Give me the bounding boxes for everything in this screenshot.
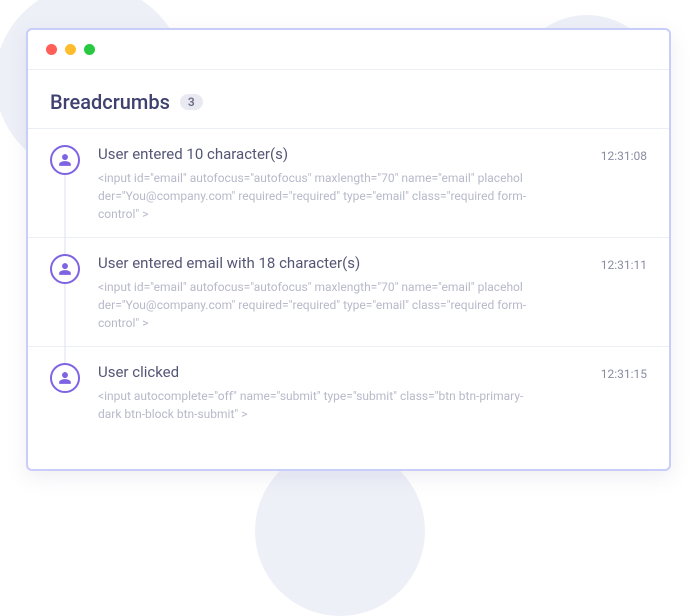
breadcrumb-timestamp: 12:31:15 xyxy=(601,367,647,381)
breadcrumb-row: User entered email with 18 character(s) <… xyxy=(28,238,669,347)
breadcrumb-timeline: User entered 10 character(s) <input id="e… xyxy=(28,129,669,469)
breadcrumb-time-col: 12:31:15 xyxy=(587,363,647,423)
breadcrumb-row: User entered 10 character(s) <input id="e… xyxy=(28,129,669,238)
breadcrumb-row: User clicked <input autocomplete="off" na… xyxy=(28,347,669,437)
window-titlebar xyxy=(28,30,669,70)
breadcrumb-timestamp: 12:31:11 xyxy=(601,258,647,272)
timeline-line xyxy=(65,284,66,347)
app-window: Breadcrumbs 3 User entered 10 character(… xyxy=(26,28,671,471)
timeline-line xyxy=(65,347,66,363)
panel-header: Breadcrumbs 3 xyxy=(28,70,669,129)
timeline-icon-col xyxy=(50,145,80,223)
breadcrumb-title: User entered email with 18 character(s) xyxy=(98,254,561,272)
bg-circle xyxy=(255,446,425,616)
breadcrumb-title: User clicked xyxy=(98,363,561,381)
timeline-line xyxy=(65,238,66,254)
maximize-icon[interactable] xyxy=(84,44,95,55)
close-icon[interactable] xyxy=(46,44,57,55)
breadcrumb-detail: <input id="email" autofocus="autofocus" … xyxy=(98,169,528,223)
count-badge: 3 xyxy=(180,94,203,110)
user-icon xyxy=(50,254,80,284)
user-icon xyxy=(50,145,80,175)
breadcrumb-title: User entered 10 character(s) xyxy=(98,145,561,163)
timeline-line xyxy=(65,175,66,238)
page-title: Breadcrumbs xyxy=(50,90,170,114)
breadcrumb-time-col: 12:31:08 xyxy=(587,145,647,223)
breadcrumb-timestamp: 12:31:08 xyxy=(601,149,647,163)
timeline-icon-col xyxy=(50,363,80,423)
breadcrumb-detail: <input id="email" autofocus="autofocus" … xyxy=(98,278,528,332)
breadcrumb-time-col: 12:31:11 xyxy=(587,254,647,332)
user-icon xyxy=(50,363,80,393)
minimize-icon[interactable] xyxy=(65,44,76,55)
breadcrumb-content: User clicked <input autocomplete="off" na… xyxy=(98,363,569,423)
breadcrumb-detail: <input autocomplete="off" name="submit" … xyxy=(98,387,528,423)
timeline-icon-col xyxy=(50,254,80,332)
breadcrumb-content: User entered 10 character(s) <input id="e… xyxy=(98,145,569,223)
breadcrumb-content: User entered email with 18 character(s) <… xyxy=(98,254,569,332)
